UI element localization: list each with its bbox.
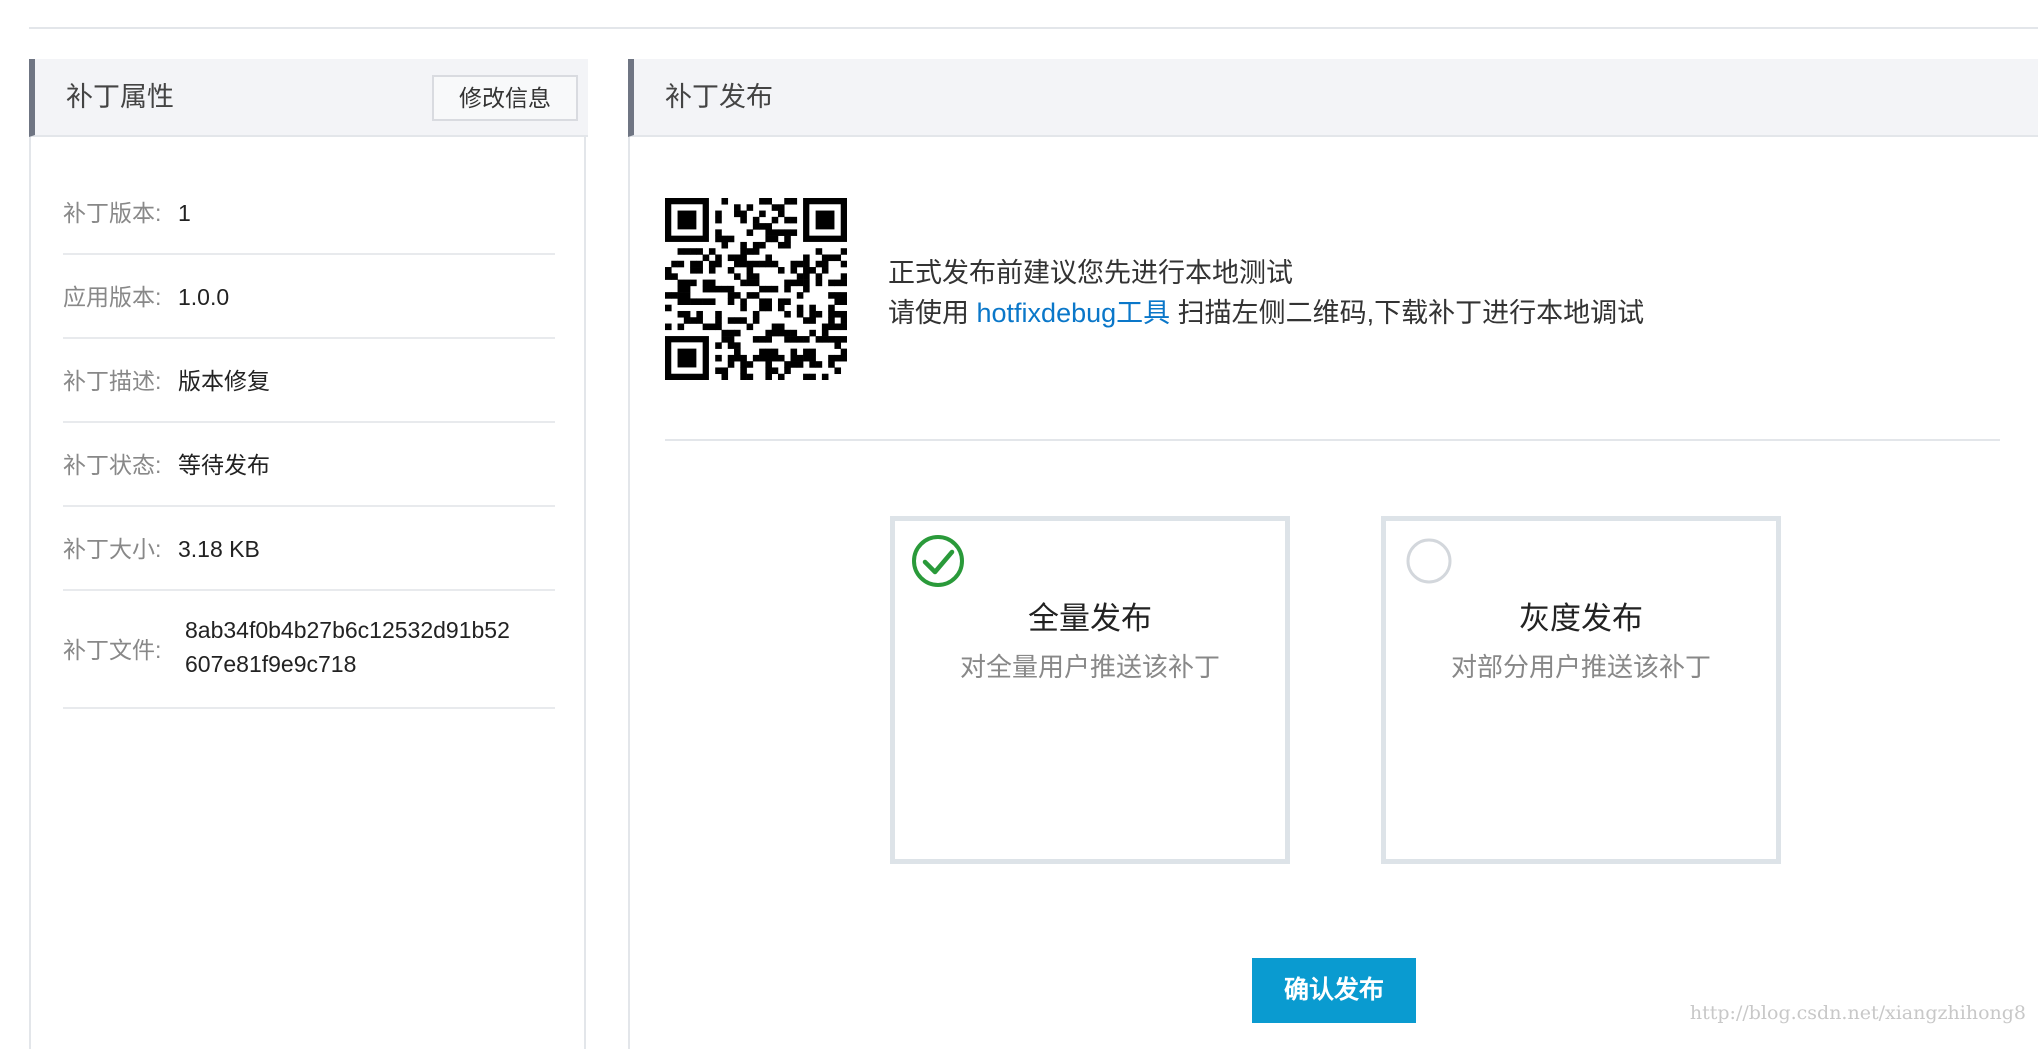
local-test-hint: 正式发布前建议您先进行本地测试 请使用 hotfixdebug工具 扫描左侧二维…	[888, 253, 1644, 333]
property-label: 补丁大小:	[63, 536, 162, 562]
check-circle-icon	[912, 535, 964, 587]
patch-release-panel: 补丁发布 正式发布前建议您先进行本地测试 请使用 hotfixdebug工具 扫…	[628, 59, 2038, 1049]
confirm-release-button[interactable]: 确认发布	[1252, 958, 1416, 1023]
property-value: 1	[178, 200, 191, 226]
option-subtitle: 对部分用户推送该补丁	[1450, 652, 1711, 682]
patch-properties-header: 补丁属性 修改信息	[29, 59, 588, 137]
option-subtitle: 对全量用户推送该补丁	[959, 652, 1220, 682]
option-title: 全量发布	[1028, 601, 1152, 636]
patch-release-title: 补丁发布	[665, 82, 773, 112]
property-value: 3.18 KB	[178, 536, 260, 562]
property-label: 补丁版本:	[63, 200, 162, 226]
gray-release-option[interactable]: 灰度发布 对部分用户推送该补丁	[1381, 516, 1781, 864]
property-label: 补丁描述:	[63, 368, 162, 394]
property-label: 应用版本:	[63, 284, 162, 310]
properties-list: 补丁版本: 1 应用版本: 1.0.0 补丁描述: 版本修复 补丁状态: 等待发…	[63, 171, 555, 709]
property-value: 1.0.0	[178, 284, 230, 310]
hint-prefix: 请使用	[888, 298, 969, 328]
property-label: 补丁状态:	[63, 452, 162, 478]
patch-properties-panel: 补丁属性 修改信息 补丁版本: 1 应用版本: 1.0.0 补丁描述: 版本修复…	[29, 59, 588, 1049]
property-value: 等待发布	[178, 452, 270, 478]
hotfixdebug-tool-link[interactable]: hotfixdebug工具	[977, 298, 1171, 328]
property-row-description: 补丁描述: 版本修复	[63, 339, 555, 423]
property-value: 版本修复	[178, 368, 270, 394]
property-row-app-version: 应用版本: 1.0.0	[63, 255, 555, 339]
section-divider	[665, 439, 2000, 441]
edit-info-button[interactable]: 修改信息	[432, 75, 578, 121]
property-row-patch-version: 补丁版本: 1	[63, 171, 555, 255]
property-row-file: 补丁文件: 8ab34f0b4b27b6c12532d91b52607e81f9…	[63, 591, 555, 709]
option-title: 灰度发布	[1519, 601, 1643, 636]
watermark: http://blog.csdn.net/xiangzhihong8	[1689, 1002, 2026, 1024]
hint-line-1: 正式发布前建议您先进行本地测试	[888, 258, 1293, 288]
property-value: 8ab34f0b4b27b6c12532d91b52607e81f9e9c718	[185, 617, 510, 677]
hint-line-2: 请使用 hotfixdebug工具 扫描左侧二维码,下载补丁进行本地调试	[888, 293, 1644, 333]
property-row-size: 补丁大小: 3.18 KB	[63, 507, 555, 591]
hint-suffix: 扫描左侧二维码,下载补丁进行本地调试	[1177, 298, 1645, 328]
top-divider	[29, 27, 2038, 29]
patch-properties-title: 补丁属性	[66, 82, 174, 112]
patch-release-header: 补丁发布	[628, 59, 2038, 137]
radio-circle-icon	[1406, 538, 1452, 584]
qr-code-icon	[665, 198, 847, 380]
property-row-status: 补丁状态: 等待发布	[63, 423, 555, 507]
full-release-option[interactable]: 全量发布 对全量用户推送该补丁	[890, 516, 1290, 864]
property-label: 补丁文件:	[63, 637, 162, 663]
